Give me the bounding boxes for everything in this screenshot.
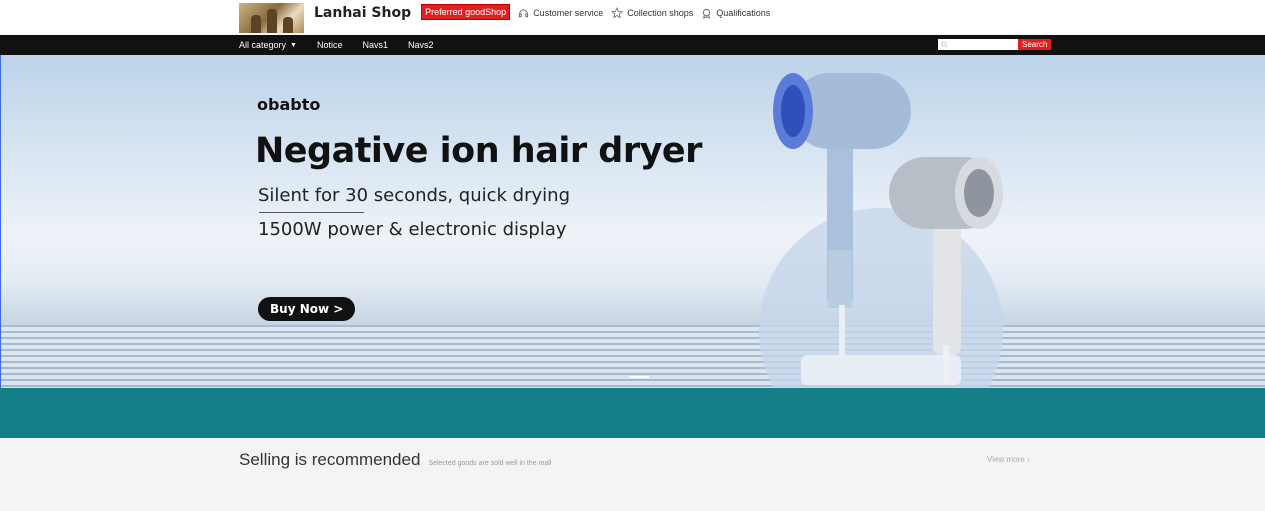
brand-logo-text: obabto [257,95,321,114]
ribbon-icon [703,8,711,19]
nav-all-category[interactable]: All category ▼ [239,40,297,50]
shop-logo[interactable] [239,3,304,33]
hair-dryer-image [759,73,1003,388]
banner-headline: Negative ion hair dryer [255,131,702,171]
recommend-subtitle: Selected goods are sold well in the mall [428,460,552,467]
main-navbar: All category ▼ Notice Navs1 Navs2 Search [0,35,1265,55]
qualifications-label: Qualifications [716,8,771,18]
buy-now-button[interactable]: Buy Now > [258,297,356,321]
recommend-section-header: Selling is recommended Selected goods ar… [239,450,551,470]
subtitle-divider [259,212,364,213]
nav-all-category-label: All category [239,40,287,50]
search-input[interactable] [938,39,1018,50]
customer-service-link[interactable]: Customer service [518,8,603,19]
caret-down-icon: ▼ [290,41,297,49]
carousel-indicator[interactable] [629,376,649,378]
teal-band [0,388,1265,438]
collection-shops-link[interactable]: Collection shops [611,7,693,19]
nav-navs2[interactable]: Navs2 [408,40,434,50]
view-more-link[interactable]: View more › [987,455,1030,464]
shop-header: Lanhai Shop Preferred goodShop Customer … [239,3,770,33]
recommend-title: Selling is recommended [239,450,421,469]
preferred-shop-badge: Preferred goodShop [421,4,511,20]
customer-service-label: Customer service [533,8,604,18]
banner-subtitle-1: Silent for 30 seconds, quick drying [258,185,570,206]
nav-navs1[interactable]: Navs1 [362,40,388,50]
banner-subtitle-2: 1500W power & electronic display [258,219,567,240]
search-button[interactable]: Search [1018,39,1052,50]
search-icon [941,41,948,48]
hero-banner[interactable]: obabto Negative ion hair dryer Silent fo… [0,55,1265,388]
qualifications-link[interactable]: Qualifications [701,8,770,19]
collection-shops-label: Collection shops [627,8,694,18]
star-icon [611,7,624,19]
search-bar: Search [938,39,1052,50]
shop-name[interactable]: Lanhai Shop [314,5,411,21]
headset-icon [519,8,529,17]
nav-notice[interactable]: Notice [317,40,343,50]
